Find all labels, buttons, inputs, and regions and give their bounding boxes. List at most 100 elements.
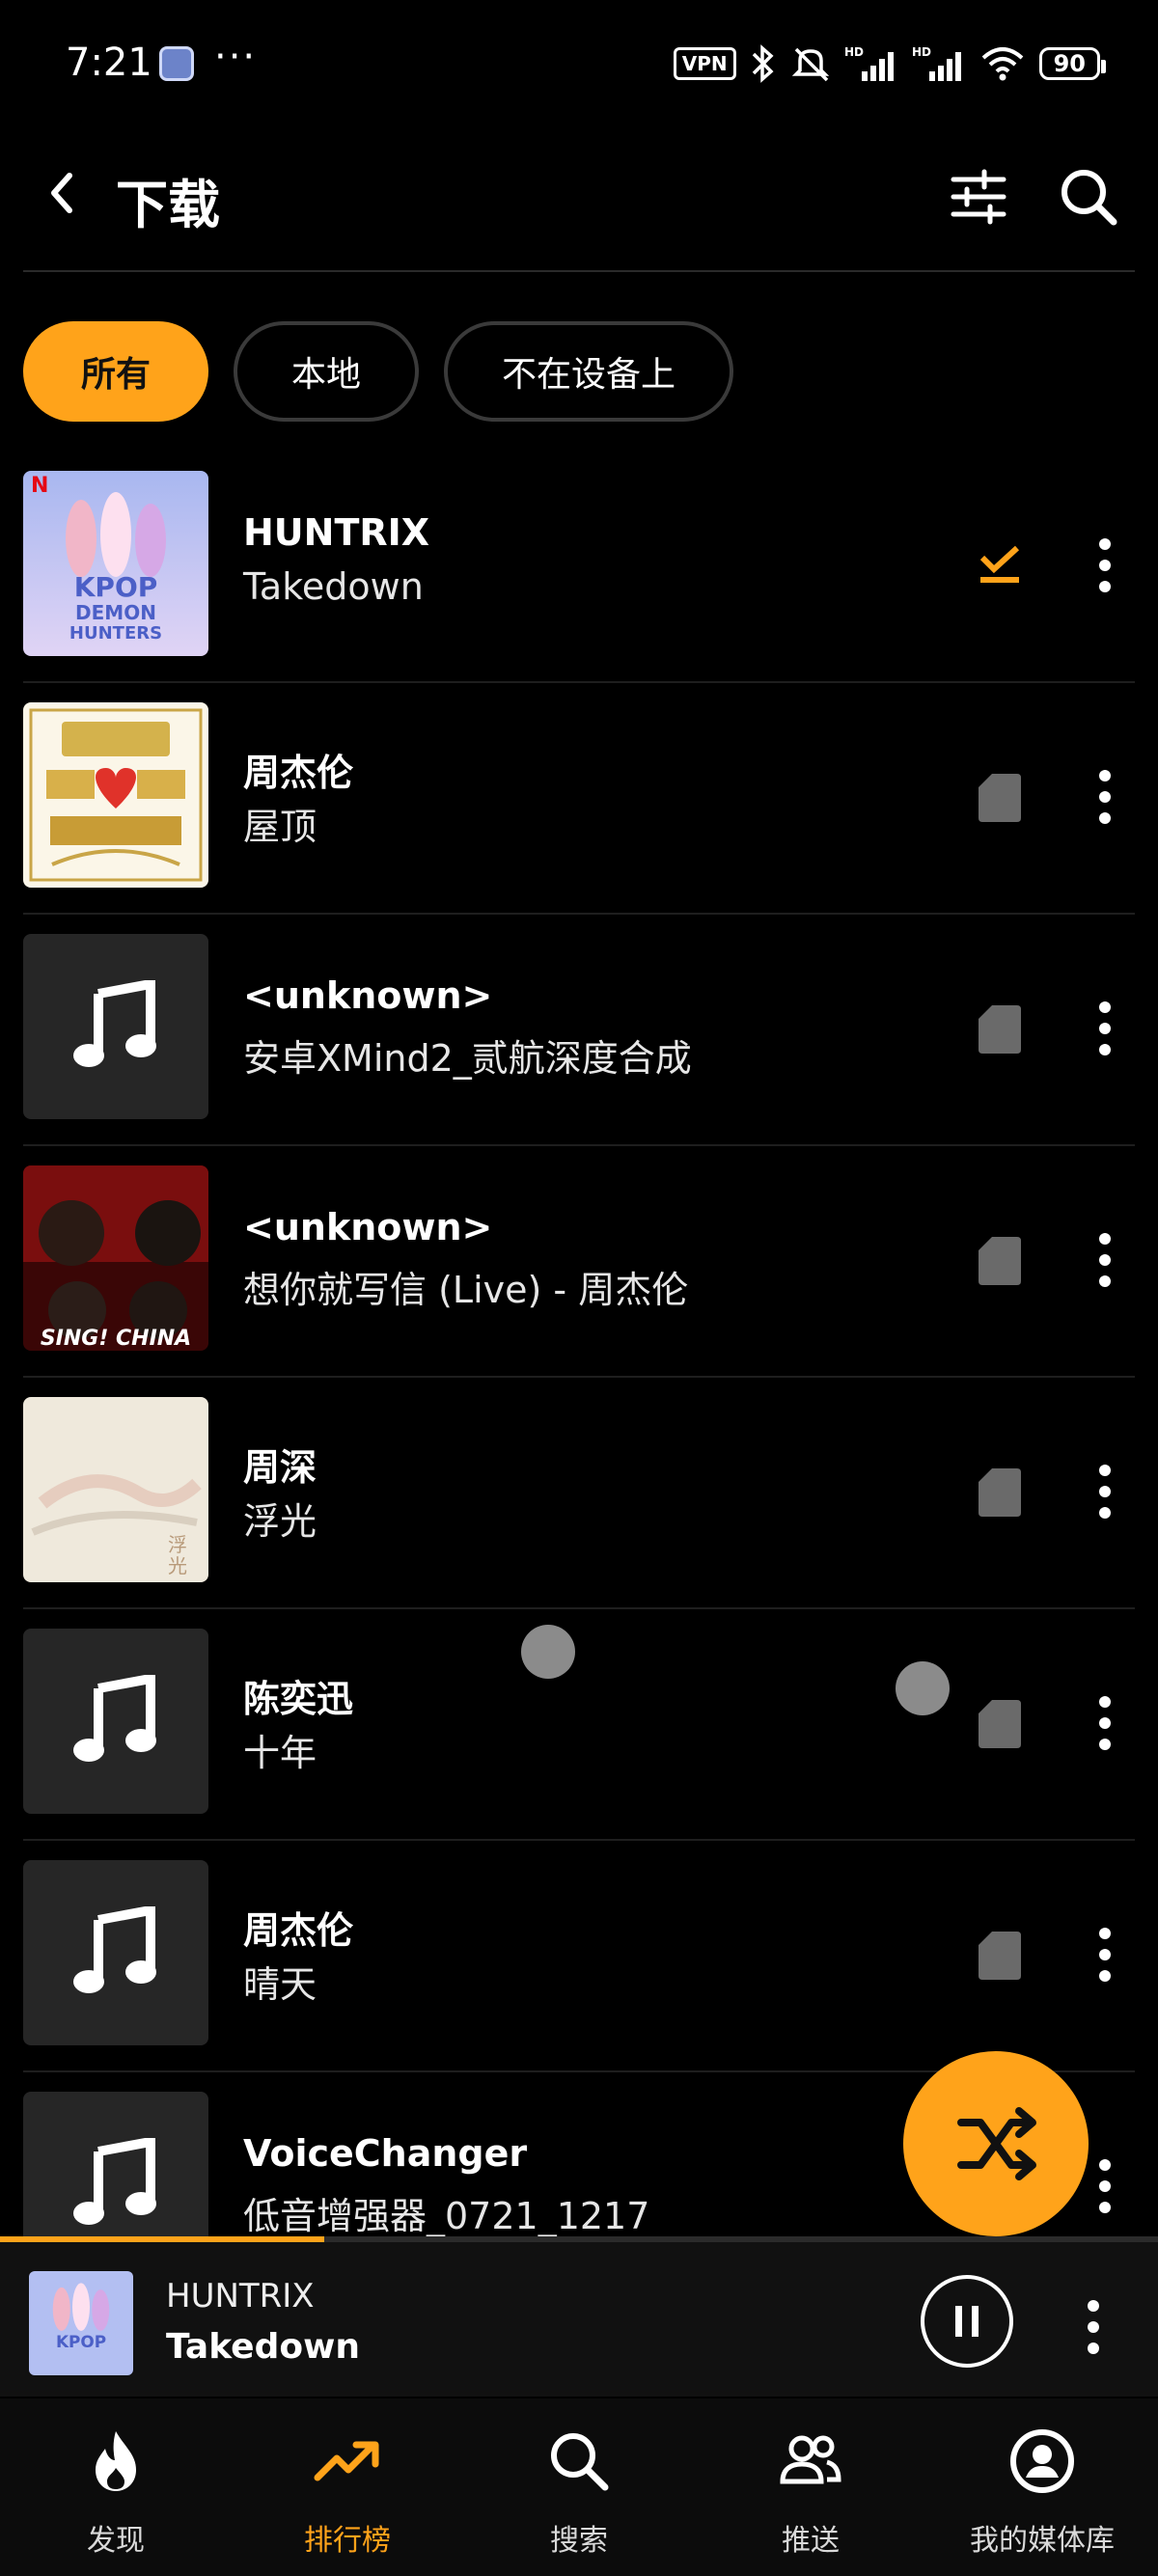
album-art-placeholder xyxy=(23,934,208,1119)
row-divider xyxy=(23,1839,1135,1841)
nav-search[interactable]: 搜索 xyxy=(463,2398,695,2576)
track-title: 低音增强器_0721_1217 xyxy=(243,2195,650,2237)
track-title: 浮光 xyxy=(243,1500,317,1543)
svg-text:DEMON: DEMON xyxy=(75,601,156,624)
sd-card-icon xyxy=(979,1700,1021,1748)
search-icon[interactable] xyxy=(1054,162,1123,232)
more-options-icon[interactable] xyxy=(1090,994,1119,1063)
more-options-icon[interactable] xyxy=(1090,1920,1119,1989)
more-options-icon[interactable] xyxy=(1090,1688,1119,1758)
music-note-icon xyxy=(73,1675,156,1762)
mini-player[interactable]: KPOP HUNTRIX Takedown xyxy=(0,2242,1158,2397)
more-options-icon[interactable] xyxy=(1090,531,1119,600)
row-divider xyxy=(23,1144,1135,1146)
track-title: 十年 xyxy=(243,1732,317,1774)
nav-feed[interactable]: 推送 xyxy=(695,2398,926,2576)
sd-card-icon xyxy=(979,1932,1021,1980)
app-header: 下载 xyxy=(0,125,1158,270)
status-time: 7:21 xyxy=(66,41,152,85)
track-artist: HUNTRIX xyxy=(243,511,430,554)
svg-text:KPOP: KPOP xyxy=(74,571,158,603)
track-artist: 陈奕迅 xyxy=(243,1678,354,1720)
track-artist: VoiceChanger xyxy=(243,2132,528,2175)
svg-text:KPOP: KPOP xyxy=(56,2332,106,2351)
now-playing-song: Takedown xyxy=(166,2327,360,2367)
more-options-icon[interactable] xyxy=(1090,1225,1119,1295)
nav-library[interactable]: 我的媒体库 xyxy=(926,2398,1158,2576)
more-notifications-icon: ··· xyxy=(214,35,258,79)
sd-card-icon xyxy=(979,1237,1021,1285)
chip-local[interactable]: 本地 xyxy=(234,321,420,422)
svg-text:光: 光 xyxy=(168,1554,187,1577)
chip-all[interactable]: 所有 xyxy=(23,321,209,422)
shuffle-button[interactable] xyxy=(903,2051,1089,2236)
nav-label: 推送 xyxy=(782,2524,840,2558)
row-divider xyxy=(23,913,1135,915)
list-item[interactable]: SING! CHINA <unknown> 想你就写信 (Live) - 周杰伦 xyxy=(0,1148,1158,1378)
trending-icon xyxy=(314,2441,379,2481)
nav-label: 发现 xyxy=(87,2524,145,2558)
track-artist: <unknown> xyxy=(243,1206,493,1248)
track-artist: 周深 xyxy=(243,1446,317,1489)
svg-text:HD: HD xyxy=(844,45,864,59)
list-item[interactable]: <unknown> 安卓XMind2_贰航深度合成 xyxy=(0,917,1158,1146)
svg-text:HD: HD xyxy=(912,45,931,59)
mute-icon xyxy=(791,47,829,82)
music-note-icon xyxy=(73,1906,156,1993)
nav-discover[interactable]: 发现 xyxy=(0,2398,232,2576)
row-divider xyxy=(23,1376,1135,1378)
fire-icon xyxy=(96,2431,136,2491)
more-options-icon[interactable] xyxy=(1090,762,1119,832)
track-title: 屋顶 xyxy=(243,806,317,848)
back-arrow-icon[interactable] xyxy=(35,164,93,222)
album-art-placeholder xyxy=(23,2092,208,2238)
pause-button[interactable] xyxy=(921,2275,1013,2368)
list-item[interactable]: 周杰伦 晴天 xyxy=(0,1843,1158,2072)
now-playing-artist: HUNTRIX xyxy=(166,2277,315,2316)
list-item[interactable]: 陈奕迅 十年 xyxy=(0,1611,1158,1841)
vpn-badge: VPN xyxy=(673,47,736,80)
album-art: 浮 光 xyxy=(23,1397,208,1582)
track-artist: 周杰伦 xyxy=(243,1909,354,1952)
status-bar: 7:21 ··· VPN HD HD 90 xyxy=(0,0,1158,125)
pause-icon xyxy=(955,2306,979,2337)
album-art xyxy=(23,702,208,888)
album-art: SING! CHINA xyxy=(23,1165,208,1351)
row-divider xyxy=(23,681,1135,683)
touch-indicator xyxy=(896,1661,950,1715)
track-title: 晴天 xyxy=(243,1963,317,2006)
filter-chips: 所有 本地 不在设备上 xyxy=(23,321,734,425)
player-more-icon[interactable] xyxy=(1079,2292,1108,2362)
bluetooth-icon xyxy=(752,44,774,83)
list-item[interactable]: N KPOP DEMON HUNTERS HUNTRIX Takedown xyxy=(0,453,1158,683)
nav-label: 排行榜 xyxy=(304,2524,391,2558)
album-art: N KPOP DEMON HUNTERS xyxy=(23,471,208,656)
sd-card-icon xyxy=(979,774,1021,822)
list-item[interactable]: 浮 光 周深 浮光 xyxy=(0,1380,1158,1609)
chip-not-on-device[interactable]: 不在设备上 xyxy=(444,321,734,422)
track-artist: 周杰伦 xyxy=(243,752,354,794)
signal-icon: HD xyxy=(912,45,961,81)
shuffle-icon xyxy=(957,2107,1036,2180)
filter-sliders-icon[interactable] xyxy=(944,162,1013,232)
more-options-icon[interactable] xyxy=(1090,1457,1119,1526)
list-item[interactable]: 周杰伦 屋顶 xyxy=(0,685,1158,915)
music-note-icon xyxy=(73,980,156,1067)
more-options-icon[interactable] xyxy=(1090,2151,1119,2221)
now-playing-art: KPOP xyxy=(29,2271,133,2375)
music-note-icon xyxy=(73,2138,156,2225)
track-title: 安卓XMind2_贰航深度合成 xyxy=(243,1037,692,1080)
nav-label: 我的媒体库 xyxy=(970,2524,1115,2558)
svg-text:浮: 浮 xyxy=(168,1533,187,1556)
svg-text:HUNTERS: HUNTERS xyxy=(69,623,162,644)
bottom-nav: 发现 排行榜 搜索 推送 我的媒体库 xyxy=(0,2398,1158,2576)
svg-text:SING! CHINA: SING! CHINA xyxy=(41,1327,191,1351)
battery-indicator: 90 xyxy=(1038,47,1107,80)
page-title: 下载 xyxy=(116,175,220,235)
row-divider xyxy=(23,1607,1135,1609)
app-notification-icon xyxy=(159,46,194,81)
signal-icon: HD xyxy=(844,45,894,81)
track-artist: <unknown> xyxy=(243,974,493,1017)
track-title: 想你就写信 (Live) - 周杰伦 xyxy=(243,1269,689,1311)
nav-charts[interactable]: 排行榜 xyxy=(232,2398,463,2576)
